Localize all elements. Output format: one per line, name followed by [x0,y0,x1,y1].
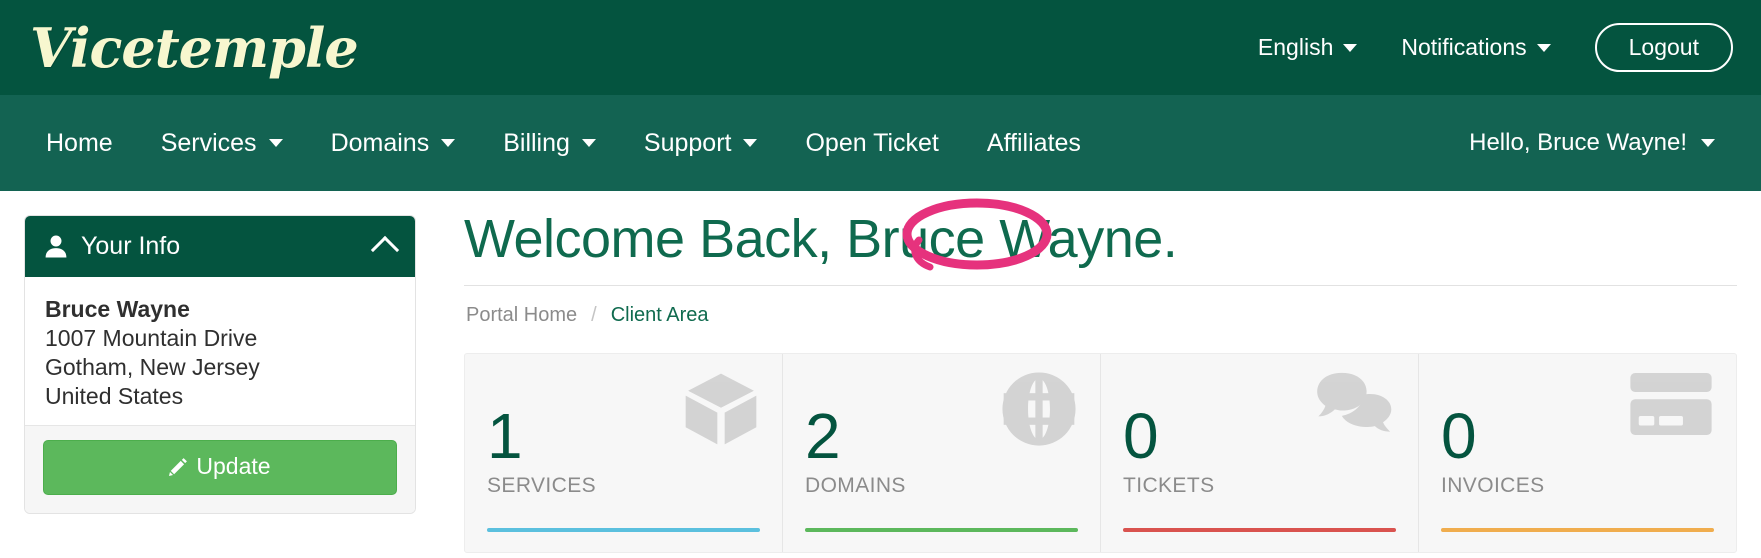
nav-label: Home [46,128,113,157]
nav-label: Services [160,128,257,157]
nav-item-domains[interactable]: Domains [307,129,480,158]
your-info-panel: Your Info Bruce Wayne 1007 Mountain Driv… [24,215,416,514]
breadcrumb-portal-home[interactable]: Portal Home [466,304,577,327]
user-account-menu[interactable]: Hello, Bruce Wayne! [1469,129,1737,157]
stat-underline-bar [805,528,1078,533]
stat-card-services[interactable]: 1 SERVICES [465,354,783,553]
stat-label: DOMAINS [805,474,906,498]
user-greeting-label: Hello, Bruce Wayne! [1469,129,1687,156]
chevron-down-icon [1701,139,1715,147]
chevron-down-icon [441,139,456,147]
comments-icon [1316,370,1396,449]
stat-label: INVOICES [1441,474,1545,498]
language-label: English [1257,34,1334,60]
chevron-up-icon[interactable] [370,235,400,264]
stat-card-domains[interactable]: 2 DOMAINS [783,354,1101,553]
primary-navigation: Home Services Domains Billing Support Op… [0,95,1761,271]
top-header: Vicetemple English Notifications Logout [0,0,1761,95]
page-content: Your Info Bruce Wayne 1007 Mountain Driv… [0,191,1761,558]
nav-item-services[interactable]: Services [137,129,307,158]
language-selector[interactable]: English [1236,34,1379,61]
client-address-line3: United States [45,382,184,409]
breadcrumb-client-area[interactable]: Client Area [611,304,709,327]
nav-label: Domains [330,128,430,157]
nav-label: Open Ticket [805,128,939,157]
nav-item-home[interactable]: Home [24,129,137,158]
user-icon [45,235,67,258]
nav-label: Support [643,128,732,157]
your-info-panel-header[interactable]: Your Info [25,216,415,277]
logout-button[interactable]: Logout [1594,23,1733,72]
stat-underline-bar [1441,528,1714,533]
chevron-down-icon [268,139,283,147]
chevron-down-icon [1536,43,1551,52]
sidebar: Your Info Bruce Wayne 1007 Mountain Driv… [0,191,440,558]
stats-row: 1 SERVICES 2 DOMAINS 0 TICKETS 0 INVOICE… [464,353,1737,554]
notifications-label: Notifications [1401,34,1527,60]
breadcrumb-separator: / [591,304,597,327]
header-right-group: English Notifications Logout [1236,23,1737,72]
chevron-down-icon [1343,43,1358,52]
client-info-body: Bruce Wayne 1007 Mountain Drive Gotham, … [25,277,415,425]
chevron-down-icon [581,139,596,147]
page-title: Welcome Back, Bruce Wayne. [464,209,1178,269]
nav-item-billing[interactable]: Billing [479,129,620,158]
stat-underline-bar [1123,528,1396,533]
chevron-down-icon [743,139,758,147]
site-logo[interactable]: Vicetemple [24,16,359,80]
breadcrumb: Portal Home / Client Area [464,286,1737,327]
client-name: Bruce Wayne [45,296,190,322]
nav-label: Affiliates [986,128,1081,157]
nav-item-open-ticket[interactable]: Open Ticket [781,129,962,158]
update-button[interactable]: Update [43,439,397,495]
client-address-line2: Gotham, New Jersey [45,353,260,380]
nav-label: Billing [503,128,570,157]
pencil-icon [169,455,188,482]
stat-card-invoices[interactable]: 0 INVOICES [1419,354,1736,552]
stat-label: SERVICES [487,474,597,498]
notifications-menu[interactable]: Notifications [1379,34,1572,61]
main-column: Welcome Back, Bruce Wayne. Portal Home /… [440,191,1761,558]
nav-item-list: Home Services Domains Billing Support Op… [24,129,1105,158]
stat-label: TICKETS [1123,474,1215,498]
client-address-line1: 1007 Mountain Drive [45,324,258,351]
credit-card-icon [1628,370,1714,443]
your-info-panel-footer: Update [25,424,415,513]
cube-icon [682,370,760,453]
nav-item-affiliates[interactable]: Affiliates [963,129,1105,158]
your-info-title: Your Info [81,232,181,260]
nav-item-support[interactable]: Support [620,129,782,158]
globe-icon [1000,370,1078,453]
stat-underline-bar [487,528,760,533]
update-button-label: Update [196,452,271,479]
stat-card-tickets[interactable]: 0 TICKETS [1101,354,1419,553]
